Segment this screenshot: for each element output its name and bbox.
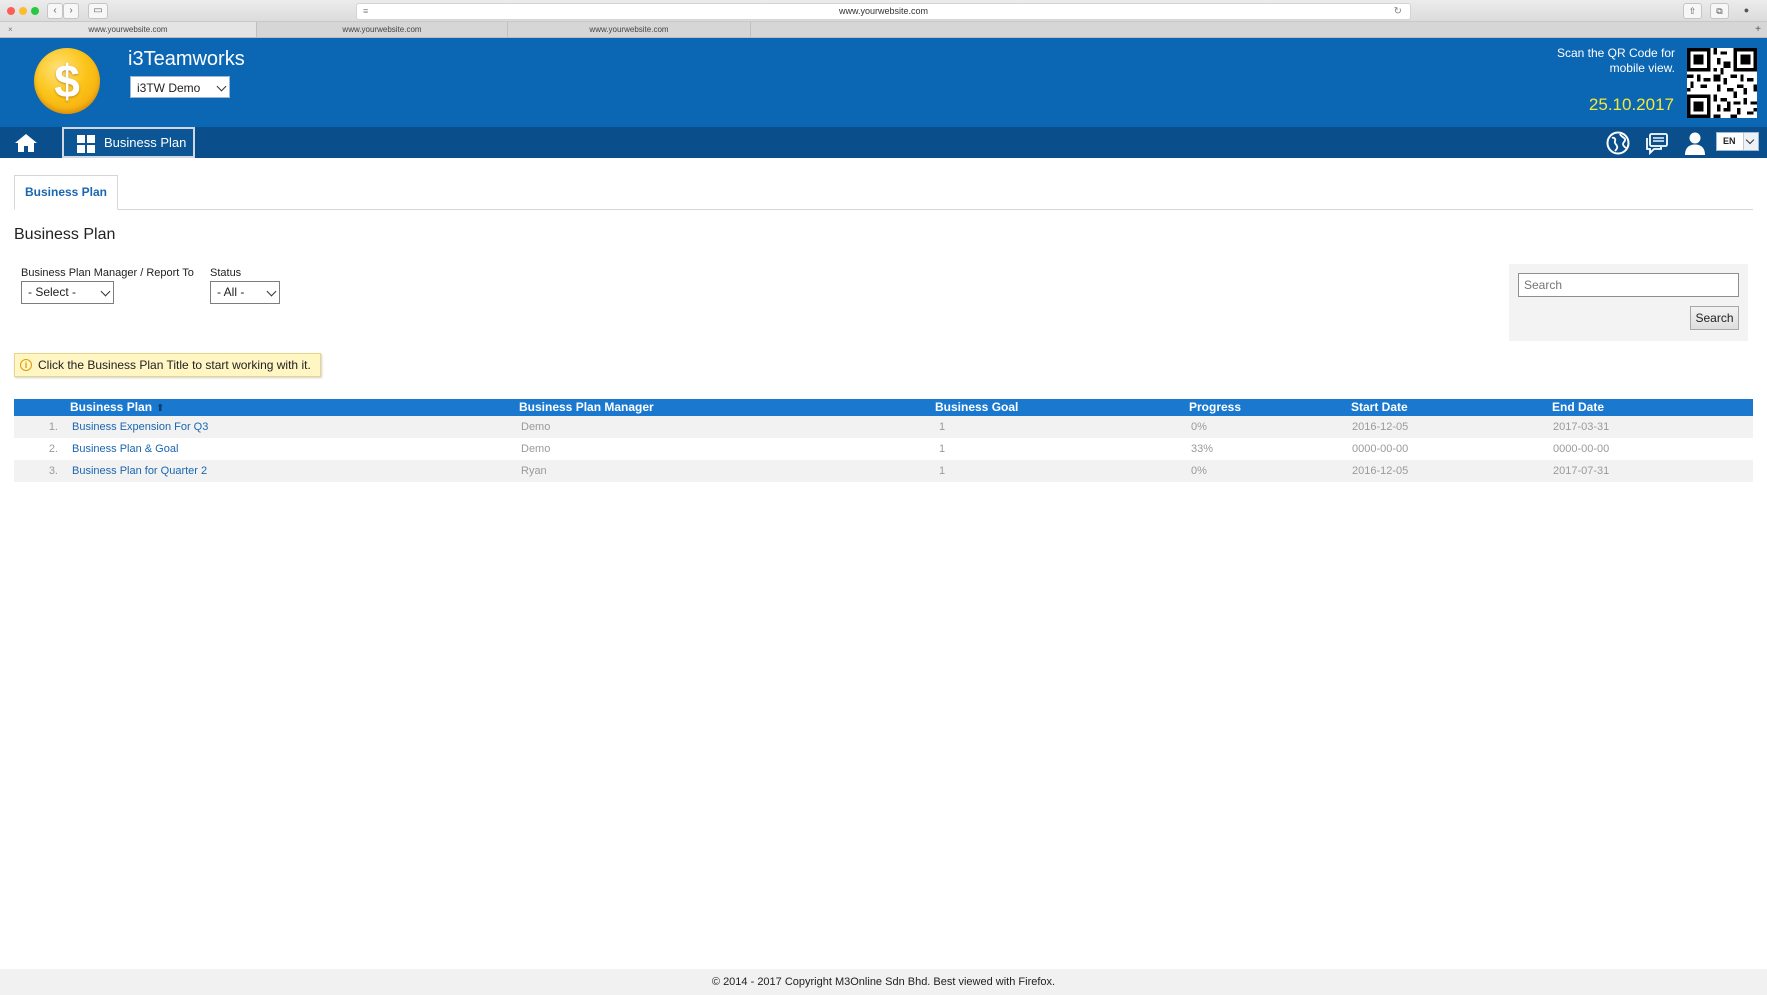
reader-icon[interactable]: ≡ [363,4,368,19]
chevron-down-icon [266,286,277,297]
row-number: 1. [48,421,58,433]
chevron-down-icon [216,81,227,92]
sidebar-toggle-icon[interactable]: ▭ [88,3,108,19]
table-row: 1. Business Expension For Q3 Demo 1 0% 2… [14,416,1753,438]
status-filter-value: - All - [217,285,245,299]
row-progress: 0% [1191,465,1207,477]
business-plan-module-button[interactable]: Business Plan [62,127,195,158]
search-button[interactable]: Search [1690,306,1739,330]
module-label: Business Plan [104,135,187,150]
user-icon[interactable] [1682,130,1708,156]
extension-icon[interactable]: ● [1738,3,1755,17]
home-icon[interactable] [14,132,38,154]
column-header-label: Business Plan [70,400,153,414]
info-text: Click the Business Plan Title to start w… [38,358,311,372]
row-manager: Demo [521,421,551,433]
info-note: i Click the Business Plan Title to start… [14,353,321,377]
column-header-manager[interactable]: Business Plan Manager [519,399,654,416]
tab-business-plan[interactable]: Business Plan [14,175,118,210]
row-manager: Demo [521,443,551,455]
table-header: Business Plan ⬆ Business Plan Manager Bus… [14,399,1753,416]
language-caret-box [1743,133,1758,150]
footer: © 2014 - 2017 Copyright M3Online Sdn Bhd… [0,969,1767,995]
row-end-date: 0000-00-00 [1553,443,1610,455]
browser-tab[interactable]: × www.yourwebsite.com [0,22,257,37]
browser-tab-strip: × www.yourwebsite.com www.yourwebsite.co… [0,22,1767,38]
business-plan-title-link[interactable]: Business Plan for Quarter 2 [72,460,207,482]
status-filter-label: Status [210,267,242,279]
browser-tab[interactable]: www.yourwebsite.com [257,22,508,37]
info-icon: i [20,359,32,371]
row-goal: 1 [939,421,946,433]
row-number: 2. [48,443,58,455]
language-select-value: EN [1723,136,1736,146]
globe-icon[interactable] [1605,130,1631,156]
row-manager: Ryan [521,465,547,477]
chat-icon[interactable] [1644,130,1670,156]
page-title: Business Plan [14,226,116,243]
column-header-end-date[interactable]: End Date [1552,399,1604,416]
reload-icon[interactable]: ↻ [1394,4,1402,19]
browser-tab-label: www.yourwebsite.com [88,25,168,34]
column-header-goal[interactable]: Business Goal [935,399,1018,416]
search-panel: Search [1509,264,1748,341]
row-goal: 1 [939,443,946,455]
row-end-date: 2017-07-31 [1553,465,1610,477]
qr-note: Scan the QR Code for mobile view. [1556,46,1675,75]
row-progress: 0% [1191,421,1207,433]
row-start-date: 2016-12-05 [1352,465,1409,477]
header-date: 25.10.2017 [1588,95,1674,114]
row-progress: 33% [1191,443,1214,455]
chevron-down-icon [1745,135,1755,145]
column-header-progress[interactable]: Progress [1189,399,1241,416]
browser-tab[interactable]: www.yourwebsite.com [508,22,751,37]
company-select-value: i3TW Demo [137,81,201,95]
row-end-date: 2017-03-31 [1553,421,1610,433]
window-close-icon[interactable] [7,7,15,15]
new-tab-icon[interactable]: + [1755,22,1761,37]
chevron-down-icon [100,286,111,297]
row-start-date: 0000-00-00 [1352,443,1409,455]
browser-tab-label: www.yourwebsite.com [342,25,422,34]
browser-tab-label: www.yourwebsite.com [589,25,669,34]
address-bar[interactable]: ≡ www.yourwebsite.com ↻ [356,3,1411,20]
search-input[interactable] [1518,273,1739,297]
company-select[interactable]: i3TW Demo [130,76,230,98]
column-header-business-plan[interactable]: Business Plan ⬆ [70,399,164,417]
column-header-start-date[interactable]: Start Date [1351,399,1408,416]
sort-up-icon: ⬆ [156,403,165,414]
logo-coin-icon: $ [34,48,100,114]
qr-code-icon [1687,48,1757,118]
dashboard-grid-icon [77,135,95,153]
app-header: $ i3Teamworks i3TW Demo Scan the QR Code… [0,38,1767,127]
app-title: i3Teamworks [128,48,245,70]
manager-filter-value: - Select - [28,285,77,299]
window-zoom-icon[interactable] [31,7,39,15]
business-plan-table: Business Plan ⬆ Business Plan Manager Bus… [14,399,1753,482]
tab-close-icon[interactable]: × [8,22,13,37]
manager-filter-label: Business Plan Manager / Report To [21,267,194,279]
language-select[interactable]: EN [1716,132,1759,151]
browser-forward-icon[interactable]: › [63,3,79,19]
business-plan-title-link[interactable]: Business Plan & Goal [72,438,178,460]
manager-filter-select[interactable]: - Select - [21,281,114,304]
tabs-overview-icon[interactable]: ⧉ [1710,3,1729,19]
address-url: www.yourwebsite.com [838,6,929,16]
row-goal: 1 [939,465,946,477]
row-number: 3. [48,465,58,477]
status-filter-select[interactable]: - All - [210,281,280,304]
table-row: 2. Business Plan & Goal Demo 1 33% 0000-… [14,438,1753,460]
row-start-date: 2016-12-05 [1352,421,1409,433]
window-minimize-icon[interactable] [19,7,27,15]
share-icon[interactable]: ⇧ [1683,3,1702,19]
business-plan-title-link[interactable]: Business Expension For Q3 [72,416,208,438]
browser-back-icon[interactable]: ‹ [47,3,63,19]
browser-toolbar: ‹ › ▭ ≡ www.yourwebsite.com ↻ ⇧ ⧉ ● [0,0,1767,22]
tab-divider [14,209,1753,210]
main-nav: Business Plan EN [0,127,1767,158]
table-row: 3. Business Plan for Quarter 2 Ryan 1 0%… [14,460,1753,482]
